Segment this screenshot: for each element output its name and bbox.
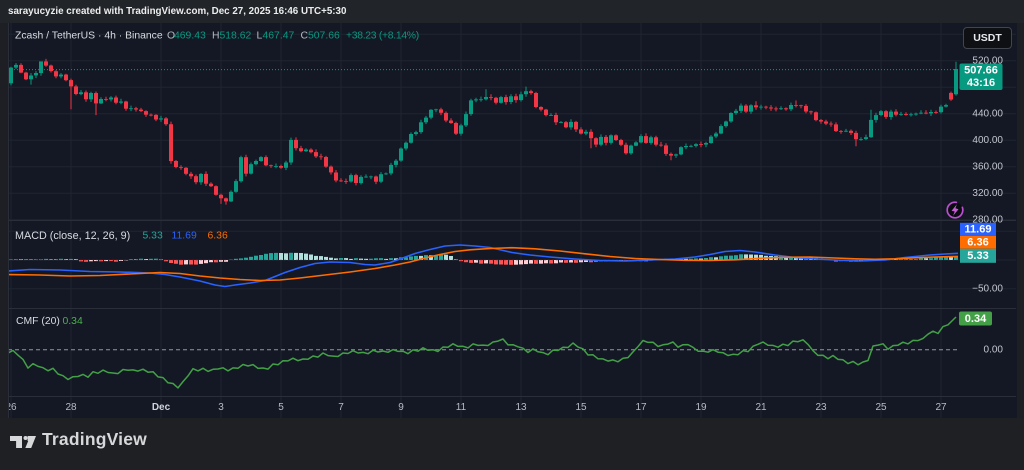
svg-text:26: 26 [8,402,17,413]
svg-text:19: 19 [695,402,707,413]
svg-text:469.43: 469.43 [174,31,206,42]
svg-text:H: H [212,31,220,42]
svg-text:25: 25 [875,402,887,413]
svg-text:400.00: 400.00 [972,135,1003,146]
svg-text:0.00: 0.00 [984,345,1004,356]
svg-text:13: 13 [515,402,527,413]
svg-text:9: 9 [398,402,404,413]
svg-text:507.66: 507.66 [308,31,340,42]
svg-text:Zcash / TetherUS · 4h · Binanc: Zcash / TetherUS · 4h · Binance [15,31,163,42]
svg-text:11.69: 11.69 [172,231,197,242]
svg-text:360.00: 360.00 [972,161,1003,172]
svg-text:7: 7 [338,402,344,413]
svg-text:17: 17 [635,402,647,413]
svg-text:6.36: 6.36 [208,231,228,242]
svg-text:0.34: 0.34 [965,313,987,325]
svg-text:−50.00: −50.00 [972,283,1003,294]
svg-text:MACD (close, 12, 26, 9): MACD (close, 12, 26, 9) [15,230,130,242]
svg-text:CMF (20): CMF (20) [16,316,60,327]
svg-text:11.69: 11.69 [965,224,992,236]
svg-text:6.36: 6.36 [967,237,988,249]
svg-text:5: 5 [278,402,284,413]
svg-text:27: 27 [935,402,947,413]
svg-text:518.62: 518.62 [220,31,252,42]
svg-text:28: 28 [65,402,77,413]
svg-text:3: 3 [218,402,224,413]
svg-text:43:16: 43:16 [967,77,995,89]
svg-text:15: 15 [575,402,587,413]
svg-text:Dec: Dec [152,402,171,413]
svg-text:11: 11 [456,402,467,413]
svg-text:507.66: 507.66 [964,65,998,77]
svg-text:5.33: 5.33 [967,250,988,262]
svg-text:467.47: 467.47 [263,31,295,42]
svg-text:21: 21 [755,402,767,413]
svg-text:0.34: 0.34 [63,316,83,327]
svg-text:5.33: 5.33 [143,231,163,242]
svg-text:+38.23 (+8.14%): +38.23 (+8.14%) [346,31,419,42]
svg-text:320.00: 320.00 [972,188,1003,199]
svg-text:440.00: 440.00 [972,108,1003,119]
svg-text:23: 23 [815,402,827,413]
